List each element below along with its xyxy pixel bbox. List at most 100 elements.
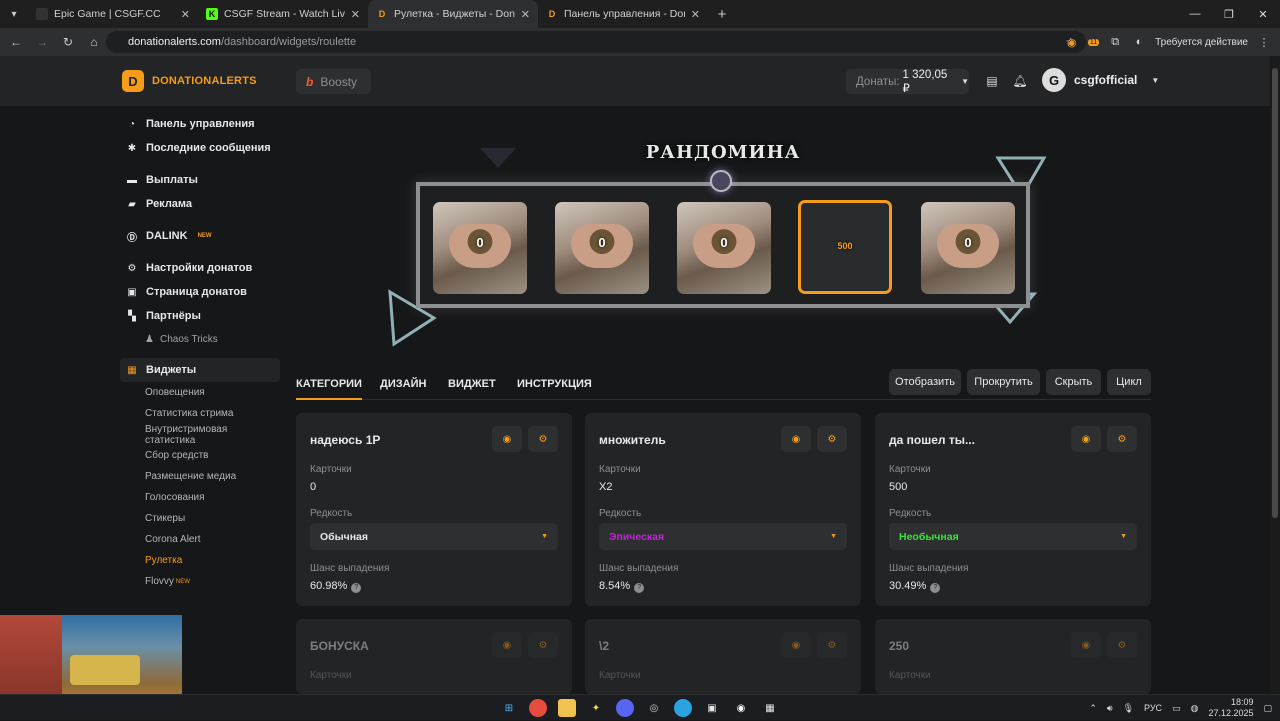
sidebar-item-widgets[interactable]: ▦ Виджеты (120, 358, 280, 382)
gear-icon[interactable]: ⚙ (1107, 632, 1137, 658)
forward-icon[interactable]: → (30, 30, 54, 54)
hide-button[interactable]: Скрыть (1046, 369, 1101, 395)
rarity-select[interactable]: Необычная ▼ (889, 523, 1137, 550)
close-window-icon[interactable]: ✕ (1246, 0, 1280, 28)
sidebar-item-dashboard[interactable]: ◔ Панель управления (120, 112, 280, 136)
close-icon[interactable]: ✕ (691, 8, 700, 21)
gear-icon[interactable]: ⚙ (528, 426, 558, 452)
reload-icon[interactable]: ↻ (56, 30, 80, 54)
donations-value: 1 320,05 ₽ (902, 68, 948, 95)
brand-logo[interactable]: D DONATIONALERTS (122, 70, 257, 92)
rarity-select[interactable]: Эпическая ▼ (599, 523, 847, 550)
gear-icon[interactable]: ⚙ (817, 632, 847, 658)
username: csgfofficial (1074, 73, 1138, 87)
user-menu[interactable]: G csgfofficial ▼ (1042, 68, 1159, 92)
eye-icon[interactable]: ◉ (781, 632, 811, 658)
chevron-up-icon[interactable]: ⌃ (1089, 703, 1097, 714)
volume-icon[interactable]: 🔊︎ (1107, 703, 1113, 714)
browser-tab-4[interactable]: D Панель управления - Donatior ✕ (538, 0, 708, 28)
window-app-icon[interactable]: ▣ (703, 699, 721, 717)
sidebar-subitem-roulette[interactable]: Рулетка (120, 550, 280, 571)
mic-icon[interactable]: 🎙︎ (1123, 703, 1134, 714)
profile-icon[interactable]: ◐ (1131, 34, 1147, 50)
telegram-icon[interactable] (674, 699, 692, 717)
news-icon[interactable]: ▤ (985, 74, 999, 88)
kebab-menu-icon[interactable]: ⋮ (1256, 34, 1272, 50)
display-icon[interactable]: ▭ (1172, 703, 1181, 714)
tab-title: Рулетка - Виджеты - Donationa (394, 8, 515, 20)
sidebar-item-messages[interactable]: ✱ Последние сообщения (120, 136, 280, 160)
gear-icon[interactable]: ⚙ (1107, 426, 1137, 452)
new-tab-button[interactable]: + (708, 6, 736, 23)
home-icon[interactable]: ⌂ (82, 30, 106, 54)
sidebar-item-donation-settings[interactable]: ⚙ Настройки донатов (120, 256, 280, 280)
sidebar-subitem-stickers[interactable]: Стикеры (120, 508, 280, 529)
rarity-select[interactable]: Обычная ▼ (310, 523, 558, 550)
card-value: 0 (964, 235, 972, 250)
tab-search-icon[interactable]: ▾ (0, 0, 28, 28)
sidebar-subitem-media[interactable]: Размещение медиа (120, 466, 280, 487)
network-icon[interactable]: ◍ (1191, 703, 1199, 714)
browser-tab-3[interactable]: D Рулетка - Виджеты - Donationa ✕ (368, 0, 538, 28)
donations-balance-button[interactable]: Донаты: 1 320,05 ₽ ▼ (846, 68, 969, 95)
sidebar-subitem-polls[interactable]: Голосования (120, 487, 280, 508)
eye-icon[interactable]: ◉ (781, 426, 811, 452)
eye-icon[interactable]: ◉ (1071, 426, 1101, 452)
gear-icon[interactable]: ⚙ (528, 632, 558, 658)
browser-tab-1[interactable]: Epic Game | CSGF.CC ✕ (28, 0, 198, 28)
url-field[interactable]: donationalerts.com/dashboard/widgets/rou… (106, 31, 1086, 53)
sidebar-item-payouts[interactable]: ▬ Выплаты (120, 168, 280, 192)
cards-label: Карточки (310, 464, 352, 475)
keyboard-lang[interactable]: РУС (1144, 703, 1162, 713)
eye-icon[interactable]: ◉ (492, 632, 522, 658)
extension-icon[interactable]: ◉ (1064, 34, 1080, 50)
maximize-icon[interactable]: ❐ (1212, 0, 1246, 28)
tab-design[interactable]: ДИЗАЙН (380, 378, 426, 390)
sidebar-subitem-instream-stats[interactable]: Внутристримовая статистика (120, 424, 280, 446)
close-icon[interactable]: ✕ (351, 8, 360, 21)
sidebar-item-partners[interactable]: ▚ Партнёры (120, 304, 280, 328)
clock[interactable]: 18:09 27.12.2025 (1208, 697, 1253, 719)
close-icon[interactable]: ✕ (181, 8, 190, 21)
bell-icon[interactable]: 🔔︎ (1012, 74, 1027, 88)
puzzle-icon[interactable]: ⧉ (1107, 34, 1123, 50)
cycle-button[interactable]: Цикл (1107, 369, 1151, 395)
help-icon[interactable]: ? (634, 583, 645, 593)
boosty-button[interactable]: b Boosty (296, 69, 371, 94)
eye-icon[interactable]: ◉ (492, 426, 522, 452)
sidebar-subitem-stream-stats[interactable]: Статистика стрима (120, 403, 280, 424)
calculator-icon[interactable]: ▦ (761, 699, 779, 717)
obs-icon[interactable]: ◉ (732, 699, 750, 717)
sidebar-item-donation-page[interactable]: ▣ Страница донатов (120, 280, 280, 304)
app-star-icon[interactable]: ✦ (587, 699, 605, 717)
folder-icon[interactable] (558, 699, 576, 717)
eye-icon[interactable]: ◉ (1071, 632, 1101, 658)
scrollbar-thumb[interactable] (1272, 68, 1278, 518)
sidebar-item-ads[interactable]: ▰ Реклама (120, 192, 280, 216)
chrome-icon[interactable] (529, 699, 547, 717)
tab-widget[interactable]: ВИДЖЕТ (448, 378, 496, 390)
discord-icon[interactable] (616, 699, 634, 717)
gear-icon[interactable]: ⚙ (817, 426, 847, 452)
windows-start-icon[interactable]: ⊞ (500, 699, 518, 717)
sidebar-subitem-flovvy[interactable]: Flovvy NEW (120, 571, 280, 592)
browser-tab-2[interactable]: K CSGF Stream - Watch Live on K ✕ (198, 0, 368, 28)
tab-instructions[interactable]: ИНСТРУКЦИЯ (517, 378, 592, 390)
notification-icon[interactable]: ▢ (1263, 703, 1272, 714)
minimize-icon[interactable]: — (1178, 0, 1212, 28)
spin-button[interactable]: Прокрутить (967, 369, 1040, 395)
sidebar-subitem-fundraising[interactable]: Сбор средств (120, 445, 280, 466)
sidebar-subitem-corona-alert[interactable]: Corona Alert (120, 529, 280, 550)
profile-action[interactable]: Требуется действие (1155, 37, 1248, 48)
sidebar-item-chaos-tricks[interactable]: ♟ Chaos Tricks (120, 328, 280, 350)
steam-icon[interactable]: ◎ (645, 699, 663, 717)
show-button[interactable]: Отобразить (889, 369, 961, 395)
sidebar-item-dalink[interactable]: Ⓓ DALINK NEW (120, 224, 280, 248)
tab-categories[interactable]: КАТЕГОРИИ (296, 378, 362, 400)
help-icon[interactable]: ? (930, 583, 941, 593)
sidebar-subitem-alerts[interactable]: Оповещения (120, 382, 280, 403)
help-icon[interactable]: ? (351, 583, 362, 593)
close-icon[interactable]: ✕ (521, 8, 530, 21)
back-icon[interactable]: ← (4, 30, 28, 54)
page-scrollbar[interactable] (1270, 56, 1280, 694)
